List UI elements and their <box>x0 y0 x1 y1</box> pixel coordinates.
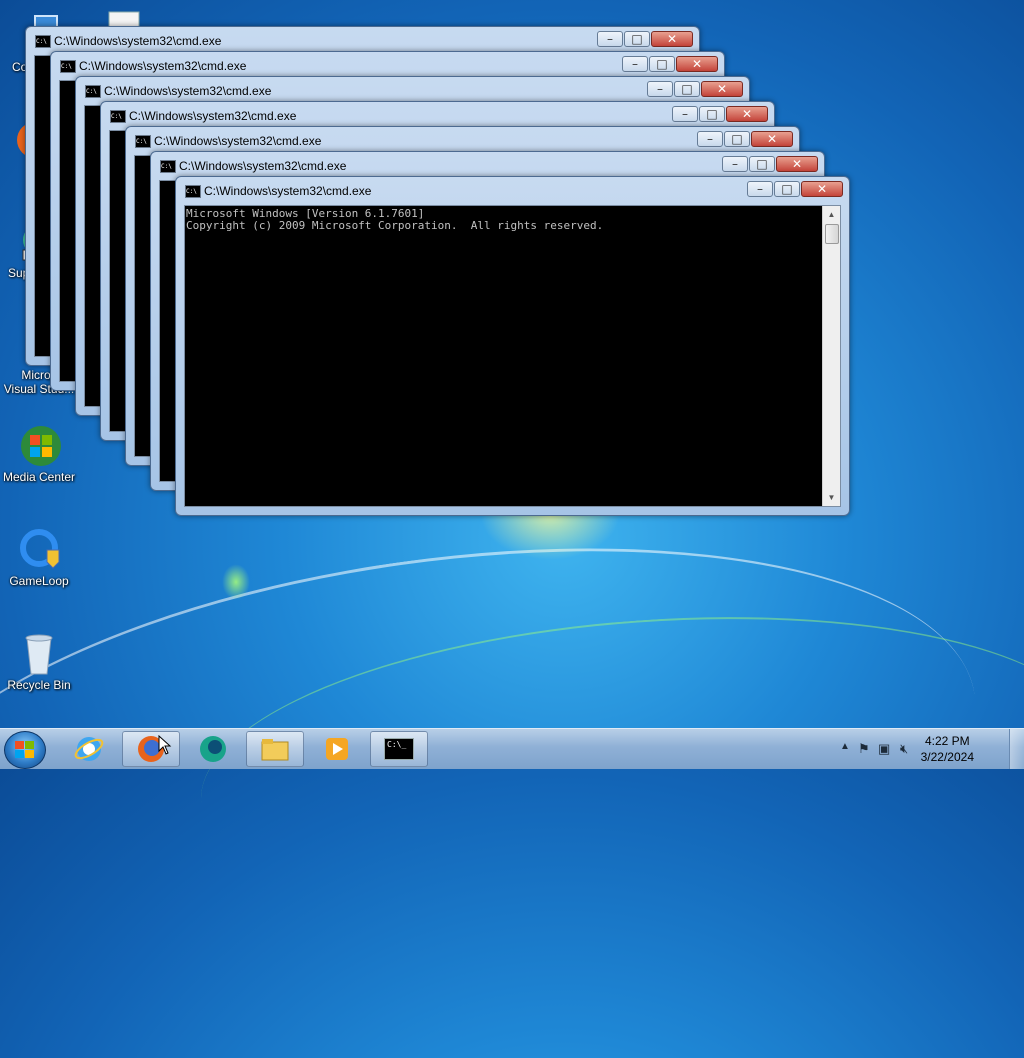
minimize-button[interactable]: – <box>722 156 748 172</box>
start-button[interactable] <box>4 731 46 769</box>
action-center-flag-icon[interactable]: ⚑ <box>858 741 870 757</box>
desktop-icon-media-center[interactable]: Media Center <box>0 424 78 484</box>
clock-time: 4:22 PM <box>924 734 970 748</box>
cmd-icon: C:\ <box>160 160 176 173</box>
close-button[interactable]: ✕ <box>776 156 818 172</box>
taskbar-item-internet-explorer[interactable] <box>60 731 118 767</box>
window-title: C:\Windows\system32\cmd.exe <box>54 34 222 48</box>
minimize-button[interactable]: – <box>697 131 723 147</box>
desktop-icon-label: Recycle Bin <box>7 678 71 692</box>
minimize-button[interactable]: – <box>622 56 648 72</box>
ie-icon <box>74 737 104 761</box>
cmd-icon: C:\ <box>35 35 51 48</box>
close-button[interactable]: ✕ <box>676 56 718 72</box>
cmd-icon: C:\ <box>85 85 101 98</box>
windows-logo-icon <box>15 741 35 759</box>
close-button[interactable]: ✕ <box>726 106 768 122</box>
title-bar[interactable]: C:\ C:\Windows\system32\cmd.exe – □ ✕ <box>126 127 799 154</box>
minimize-button[interactable]: – <box>597 31 623 47</box>
recycle-bin-icon <box>17 632 61 676</box>
cmd-icon: C:\ <box>110 110 126 123</box>
cmd-icon: C:\ <box>185 185 201 198</box>
show-hidden-icons-icon[interactable]: ▲ <box>840 741 850 752</box>
title-bar[interactable]: C:\ C:\Windows\system32\cmd.exe – □ ✕ <box>176 177 849 204</box>
close-button[interactable]: ✕ <box>701 81 743 97</box>
console-line: Copyright (c) 2009 Microsoft Corporation… <box>186 219 604 232</box>
taskbar-item-app[interactable] <box>184 731 242 767</box>
window-title: C:\Windows\system32\cmd.exe <box>104 84 272 98</box>
window-title: C:\Windows\system32\cmd.exe <box>79 59 247 73</box>
maximize-button[interactable]: □ <box>749 156 775 172</box>
mouse-cursor-icon <box>158 735 172 755</box>
title-bar[interactable]: C:\ C:\Windows\system32\cmd.exe – □ ✕ <box>76 77 749 104</box>
window-title: C:\Windows\system32\cmd.exe <box>204 184 372 198</box>
cmd-icon: C:\ <box>60 60 76 73</box>
gameloop-icon <box>17 528 61 572</box>
scrollbar-thumb[interactable] <box>825 224 839 244</box>
cmd-icon: C:\ <box>135 135 151 148</box>
console-output: Microsoft Windows [Version 6.1.7601] Cop… <box>186 208 603 232</box>
window-title: C:\Windows\system32\cmd.exe <box>154 134 322 148</box>
cmd-icon: C:\_ <box>384 738 414 760</box>
clock[interactable]: 4:22 PM 3/22/2024 <box>921 733 974 765</box>
show-desktop-button[interactable] <box>1009 729 1024 769</box>
volume-muted-icon[interactable]: 🔇︎ <box>900 741 908 757</box>
wallpaper-leaf <box>222 564 250 600</box>
minimize-button[interactable]: – <box>672 106 698 122</box>
maximize-button[interactable]: □ <box>624 31 650 47</box>
desktop-icon-gameloop[interactable]: GameLoop <box>0 528 78 588</box>
maximize-button[interactable]: □ <box>774 181 800 197</box>
maximize-button[interactable]: □ <box>674 81 700 97</box>
clock-date: 3/22/2024 <box>920 750 974 764</box>
maximize-button[interactable]: □ <box>724 131 750 147</box>
media-player-icon <box>326 738 348 760</box>
desktop-icon-label: GameLoop <box>9 574 69 588</box>
vertical-scrollbar[interactable]: ▲ ▼ <box>822 206 840 506</box>
title-bar[interactable]: C:\ C:\Windows\system32\cmd.exe – □ ✕ <box>151 152 824 179</box>
close-button[interactable]: ✕ <box>651 31 693 47</box>
network-icon[interactable]: ▣ <box>878 741 890 757</box>
minimize-button[interactable]: – <box>647 81 673 97</box>
taskbar-item-windows-explorer[interactable] <box>246 731 304 767</box>
cmd-window-active[interactable]: C:\ C:\Windows\system32\cmd.exe – □ ✕ Mi… <box>175 176 850 516</box>
minimize-button[interactable]: – <box>747 181 773 197</box>
taskbar-item-command-prompt[interactable]: C:\_ <box>370 731 428 767</box>
app-icon <box>200 736 226 762</box>
title-bar[interactable]: C:\ C:\Windows\system32\cmd.exe – □ ✕ <box>101 102 774 129</box>
window-title: C:\Windows\system32\cmd.exe <box>129 109 297 123</box>
taskbar-item-media-player[interactable] <box>308 731 366 767</box>
maximize-button[interactable]: □ <box>699 106 725 122</box>
scroll-up-arrow-icon[interactable]: ▲ <box>823 206 840 223</box>
close-button[interactable]: ✕ <box>801 181 843 197</box>
scroll-down-arrow-icon[interactable]: ▼ <box>823 489 840 506</box>
desktop-icon-recycle-bin[interactable]: Recycle Bin <box>0 632 78 692</box>
title-bar[interactable]: C:\ C:\Windows\system32\cmd.exe – □ ✕ <box>51 52 724 79</box>
close-button[interactable]: ✕ <box>751 131 793 147</box>
desktop-icon-label: Media Center <box>2 470 76 484</box>
media-center-icon <box>17 424 61 468</box>
folder-icon <box>261 739 289 761</box>
console-area[interactable]: Microsoft Windows [Version 6.1.7601] Cop… <box>184 205 841 507</box>
title-bar[interactable]: C:\ C:\Windows\system32\cmd.exe – □ ✕ <box>26 27 699 54</box>
system-tray: ▲ ⚑ ▣ 🔇︎ 4:22 PM 3/22/2024 <box>834 729 1024 769</box>
window-title: C:\Windows\system32\cmd.exe <box>179 159 347 173</box>
taskbar: C:\_ ▲ ⚑ ▣ 🔇︎ 4:22 PM 3/22/2024 <box>0 728 1024 769</box>
maximize-button[interactable]: □ <box>649 56 675 72</box>
